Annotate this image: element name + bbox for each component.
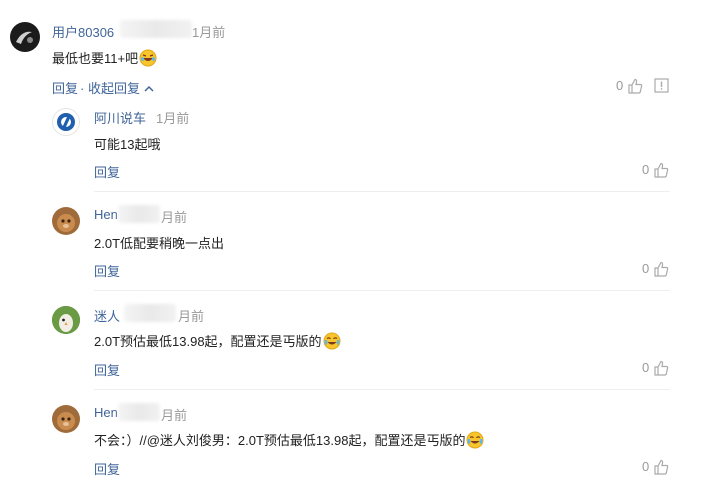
comment-time: 1月前	[192, 25, 226, 40]
thumbs-up-icon[interactable]	[627, 78, 643, 99]
avatar[interactable]	[52, 405, 80, 433]
avatar[interactable]	[52, 108, 80, 136]
chevron-up-icon	[144, 80, 154, 95]
redacted-username	[120, 20, 192, 38]
reply-text-body: 不会：）//@迷人刘俊男：2.0T预估最低13.98起，配置还是丐版的	[94, 433, 466, 448]
thumbs-up-icon[interactable]	[653, 162, 669, 183]
thumbs-up-icon[interactable]	[653, 360, 669, 381]
reply-time: 1月前	[156, 111, 190, 126]
like-count: 0	[616, 78, 624, 93]
avatar[interactable]	[52, 306, 80, 334]
reply-divider	[94, 191, 670, 192]
reply-text: 2.0T低配要稍晚一点出	[94, 236, 225, 251]
reply-button[interactable]: 回复	[94, 162, 120, 181]
reply-username[interactable]: 阿川说车	[94, 108, 146, 127]
reply-button[interactable]: 回复	[94, 360, 120, 379]
reply-username[interactable]: Hen	[94, 207, 118, 222]
like-count: 0	[642, 261, 650, 276]
laughing-emoji-icon	[139, 49, 157, 70]
like-count: 0	[642, 162, 650, 177]
reply-time: 月前	[161, 408, 188, 423]
report-icon[interactable]	[654, 78, 669, 98]
reply-button[interactable]: 回复	[94, 261, 120, 280]
thumbs-up-icon[interactable]	[653, 459, 669, 480]
avatar[interactable]	[52, 207, 80, 235]
reply-button[interactable]: 回复	[94, 459, 120, 478]
reply-divider	[94, 290, 670, 291]
comment-username[interactable]: 用户80306	[52, 22, 114, 41]
crying-laugh-emoji-icon	[323, 332, 341, 353]
redacted-username	[118, 403, 160, 421]
collapse-replies-label: · 收起回复	[80, 81, 140, 96]
collapse-replies-button[interactable]: · 收起回复	[80, 78, 154, 97]
avatar[interactable]	[10, 22, 40, 52]
reply-divider	[94, 389, 670, 390]
reply-username[interactable]: Hen	[94, 405, 118, 420]
reply-time: 月前	[161, 210, 188, 225]
like-count: 0	[642, 459, 650, 474]
reply-button[interactable]: 回复	[52, 78, 78, 97]
thumbs-up-icon[interactable]	[653, 261, 669, 282]
reply-text: 2.0T预估最低13.98起，配置还是丐版的	[94, 331, 341, 353]
comment-text-body: 最低也要11+吧	[52, 51, 139, 66]
reply-text: 不会：）//@迷人刘俊男：2.0T预估最低13.98起，配置还是丐版的	[94, 430, 484, 452]
redacted-username	[118, 205, 160, 223]
reply-time: 月前	[178, 309, 205, 324]
comment-text: 最低也要11+吧	[52, 48, 157, 70]
crying-laugh-emoji-icon	[466, 431, 484, 452]
reply-text-body: 2.0T预估最低13.98起，配置还是丐版的	[94, 334, 322, 349]
reply-text: 可能13起哦	[94, 137, 161, 152]
redacted-username	[124, 304, 176, 322]
like-count: 0	[642, 360, 650, 375]
reply-username[interactable]: 迷人	[94, 306, 120, 325]
